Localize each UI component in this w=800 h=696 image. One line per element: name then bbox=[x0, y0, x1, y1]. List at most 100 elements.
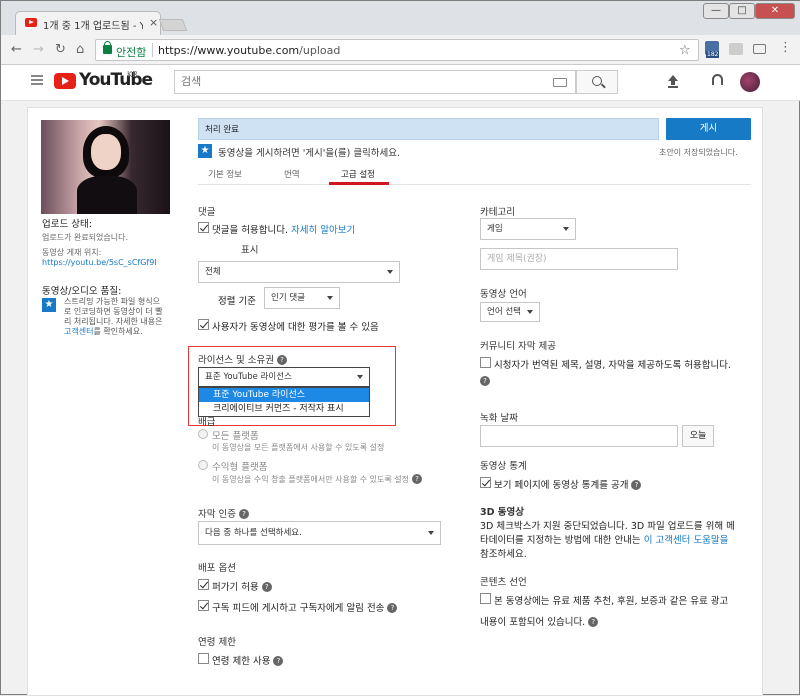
help-icon[interactable]: ? bbox=[480, 376, 490, 386]
recording-date-input[interactable] bbox=[480, 425, 678, 447]
help-icon[interactable]: ? bbox=[261, 582, 272, 592]
caption-cert-title: 자막 인증? bbox=[198, 506, 249, 520]
forward-icon[interactable]: → bbox=[33, 42, 44, 57]
embed-checkbox[interactable] bbox=[198, 579, 209, 590]
license-option-cc[interactable]: 크리에이티브 커먼즈 - 저작자 표시 bbox=[199, 402, 369, 416]
monetized-radio[interactable] bbox=[198, 460, 208, 470]
age-restriction-label: 연령 제한 사용? bbox=[212, 653, 284, 667]
divider bbox=[152, 43, 153, 57]
publish-button[interactable]: 게시 bbox=[666, 118, 751, 140]
all-platforms-desc: 이 동영상을 모든 플랫폼에서 사용할 수 있도록 설정 bbox=[212, 443, 385, 452]
search-box[interactable] bbox=[174, 70, 576, 94]
maximize-button[interactable]: □ bbox=[729, 3, 755, 19]
stats-title: 동영상 통계 bbox=[480, 461, 527, 472]
camera-icon[interactable] bbox=[753, 44, 766, 54]
search-input[interactable] bbox=[175, 71, 535, 92]
help-icon[interactable]: ? bbox=[588, 617, 599, 627]
help-icon[interactable]: ? bbox=[276, 355, 287, 365]
age-restriction-checkbox[interactable] bbox=[198, 653, 209, 664]
secure-label: 안전함 bbox=[116, 46, 147, 59]
sort-select[interactable]: 인기 댓글 bbox=[264, 287, 340, 309]
keyboard-icon[interactable] bbox=[553, 78, 567, 87]
youtube-favicon-icon bbox=[25, 18, 37, 27]
youtube-logo-icon[interactable] bbox=[54, 73, 76, 89]
ratings-checkbox[interactable] bbox=[198, 319, 209, 330]
tab-divider bbox=[198, 184, 751, 185]
comments-title: 댓글 bbox=[198, 207, 216, 218]
video-thumbnail bbox=[41, 120, 170, 214]
monetized-label: 수익형 플랫폼 bbox=[212, 462, 268, 473]
help-icon[interactable]: ? bbox=[411, 474, 422, 484]
stats-label: 보기 페이지에 동영상 통계를 공개? bbox=[494, 477, 642, 491]
help-icon[interactable]: ? bbox=[387, 603, 398, 613]
menu-dots-icon[interactable]: ⋮ bbox=[779, 40, 792, 55]
paid-promotion-label: 본 동영상에는 유료 제품 추천, 후원, 보증과 같은 유료 광고 bbox=[494, 596, 729, 607]
help-icon[interactable]: ? bbox=[273, 656, 284, 666]
publish-hint-icon: ★ bbox=[198, 144, 212, 158]
browser-tab[interactable]: 1개 중 1개 업로드됨 - YouTube × bbox=[15, 11, 161, 36]
region-label: KR bbox=[127, 70, 138, 79]
license-option-standard[interactable]: 표준 YouTube 라이선스 bbox=[199, 388, 369, 402]
star-badge-icon: ★ bbox=[42, 298, 56, 312]
bookmark-star-icon[interactable]: ☆ bbox=[679, 43, 691, 58]
youtube-header: YouTube KR bbox=[1, 65, 800, 101]
chevron-down-icon bbox=[387, 270, 393, 274]
search-button[interactable] bbox=[576, 70, 618, 94]
three-d-help-link[interactable]: 이 고객센터 도움말을 bbox=[644, 535, 729, 546]
notifications-icon[interactable] bbox=[712, 74, 723, 85]
close-window-button[interactable]: ✕ bbox=[755, 3, 795, 19]
new-tab-button[interactable] bbox=[158, 19, 188, 31]
tab-advanced[interactable]: 고급 설정 bbox=[341, 168, 375, 180]
license-select[interactable]: 표준 YouTube 라이선스 bbox=[198, 367, 370, 387]
community-title: 커뮤니티 자막 제공 bbox=[480, 341, 556, 352]
syndication-title: 배급 bbox=[198, 417, 216, 428]
search-icon bbox=[592, 76, 602, 86]
back-icon[interactable]: ← bbox=[11, 42, 22, 57]
avatar[interactable] bbox=[740, 72, 760, 92]
help-icon[interactable]: ? bbox=[238, 509, 249, 519]
community-label: 시청자가 번역된 제목, 설명, 자막을 제공하도록 허용합니다. bbox=[494, 360, 731, 371]
upload-icon[interactable] bbox=[668, 75, 678, 88]
learn-more-link[interactable]: 자세히 알아보기 bbox=[291, 225, 355, 236]
language-title: 동영상 언어 bbox=[480, 289, 527, 300]
allow-comments-label: 댓글을 허용합니다. 자세히 알아보기 bbox=[212, 225, 356, 236]
reload-icon[interactable]: ↻ bbox=[55, 42, 66, 57]
home-icon[interactable]: ⌂ bbox=[76, 42, 84, 57]
guide-menu-icon[interactable] bbox=[31, 75, 43, 85]
notify-label: 구독 피드에 게시하고 구독자에게 알림 전송? bbox=[212, 600, 398, 614]
draft-saved-text: 초안이 저장되었습니다. bbox=[659, 148, 738, 157]
browser-window: 1개 중 1개 업로드됨 - YouTube × — □ ✕ ← → ↻ ⌂ 안… bbox=[0, 0, 800, 696]
address-bar[interactable]: 안전함 https://www.youtube.com/upload ☆ bbox=[95, 39, 699, 61]
paid-promotion-checkbox[interactable] bbox=[480, 593, 491, 604]
upload-status-title: 업로드 상태: bbox=[42, 219, 92, 230]
youtube-wordmark[interactable]: YouTube bbox=[79, 70, 153, 90]
publish-hint: 동영상을 게시하려면 '게시'을(를) 클릭하세요. bbox=[218, 148, 401, 159]
chevron-down-icon bbox=[527, 310, 533, 314]
notify-checkbox[interactable] bbox=[198, 600, 209, 611]
help-center-link[interactable]: 고객센터 bbox=[64, 327, 93, 336]
chevron-down-icon bbox=[563, 227, 569, 231]
community-checkbox[interactable] bbox=[480, 357, 491, 368]
monetized-desc: 이 동영상을 수익 창출 플랫폼에서만 사용할 수 있도록 설정? bbox=[212, 474, 422, 485]
minimize-button[interactable]: — bbox=[703, 3, 729, 19]
tab-basic-info[interactable]: 기본 정보 bbox=[208, 168, 242, 180]
stats-checkbox[interactable] bbox=[480, 477, 491, 488]
game-title-input[interactable]: 게임 제목(권장) bbox=[480, 248, 678, 270]
license-dropdown-list: 표준 YouTube 라이선스 크리에이티브 커먼즈 - 저작자 표시 bbox=[198, 387, 370, 417]
navigation-bar: ← → ↻ ⌂ 안전함 https://www.youtube.com/uplo… bbox=[1, 35, 800, 65]
pdf-extension-icon[interactable] bbox=[729, 43, 743, 55]
processing-progress-bar: 처리 완료 bbox=[198, 118, 659, 140]
language-select[interactable]: 언어 선택 bbox=[480, 302, 540, 322]
allow-comments-checkbox[interactable] bbox=[198, 222, 209, 233]
tab-close-icon[interactable]: × bbox=[149, 16, 158, 29]
today-button[interactable]: 오늘 bbox=[682, 425, 714, 447]
tab-translation[interactable]: 번역 bbox=[284, 168, 300, 180]
caption-cert-select[interactable]: 다음 중 하나를 선택하세요. bbox=[198, 521, 441, 545]
upload-status-text: 업로드가 완료되었습니다. bbox=[42, 233, 129, 242]
category-select[interactable]: 게임 bbox=[480, 218, 576, 240]
help-icon[interactable]: ? bbox=[631, 480, 642, 490]
age-title: 연령 제한 bbox=[198, 637, 236, 648]
video-url-link[interactable]: https://youtu.be/5sC_sCfGf9I bbox=[42, 258, 157, 267]
display-select[interactable]: 전체 bbox=[198, 261, 400, 283]
all-platforms-radio[interactable] bbox=[198, 429, 208, 439]
